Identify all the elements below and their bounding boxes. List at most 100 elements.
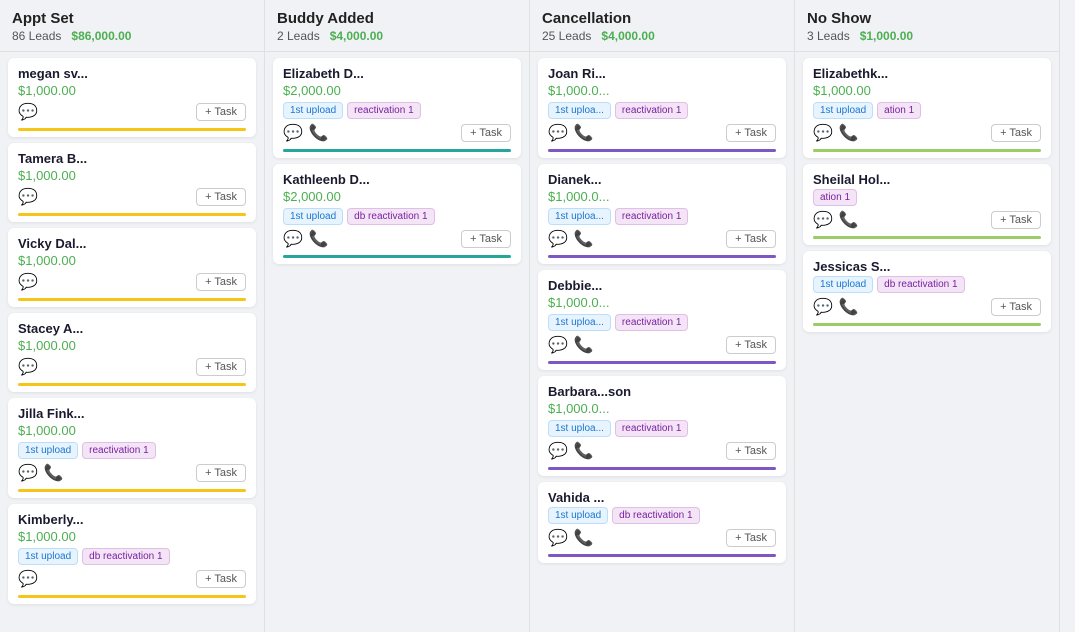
phone-icon[interactable]: 📞 xyxy=(574,335,594,355)
add-task-button[interactable]: + Task xyxy=(726,336,776,354)
card-icons: 💬📞 xyxy=(283,229,329,249)
add-task-button[interactable]: + Task xyxy=(726,529,776,547)
add-task-button[interactable]: + Task xyxy=(196,570,246,588)
card-name: Elizabeth D... xyxy=(283,66,511,81)
chat-icon[interactable]: 💬 xyxy=(18,272,38,292)
add-task-button[interactable]: + Task xyxy=(726,124,776,142)
phone-icon[interactable]: 📞 xyxy=(574,123,594,143)
phone-icon[interactable]: 📞 xyxy=(574,528,594,548)
tag-upload[interactable]: 1st uploa... xyxy=(548,208,611,225)
add-task-button[interactable]: + Task xyxy=(196,188,246,206)
phone-icon[interactable]: 📞 xyxy=(839,123,859,143)
card-amount: $1,000.00 xyxy=(18,253,246,268)
tag-upload[interactable]: 1st upload xyxy=(283,208,343,225)
add-task-button[interactable]: + Task xyxy=(991,298,1041,316)
chat-icon[interactable]: 💬 xyxy=(813,123,833,143)
tag-db[interactable]: db reactivation 1 xyxy=(347,208,434,225)
chat-icon[interactable]: 💬 xyxy=(548,335,568,355)
card-icons: 💬 xyxy=(18,187,38,207)
card-footer: 💬 📞 + Task xyxy=(813,297,1041,317)
leads-count: 2 Leads xyxy=(277,29,320,43)
add-task-button[interactable]: + Task xyxy=(461,124,511,142)
card-icons: 💬📞 xyxy=(548,528,594,548)
phone-icon[interactable]: 📞 xyxy=(44,463,64,483)
phone-icon[interactable]: 📞 xyxy=(309,229,329,249)
tag-upload[interactable]: 1st upload xyxy=(283,102,343,119)
leads-amount: $4,000.00 xyxy=(601,29,654,43)
card-divider xyxy=(18,383,246,386)
tag-upload[interactable]: 1st upload xyxy=(813,102,873,119)
phone-icon[interactable]: 📞 xyxy=(574,441,594,461)
tag-reactivation[interactable]: reactivation 1 xyxy=(615,102,688,119)
add-task-button[interactable]: + Task xyxy=(726,442,776,460)
tag-upload[interactable]: 1st upload xyxy=(813,276,873,293)
phone-icon[interactable]: 📞 xyxy=(309,123,329,143)
tag-reactivation[interactable]: reactivation 1 xyxy=(615,420,688,437)
tag-upload[interactable]: 1st uploa... xyxy=(548,314,611,331)
chat-icon[interactable]: 💬 xyxy=(18,357,38,377)
tag-reactivation[interactable]: reactivation 1 xyxy=(82,442,155,459)
card: Barbara...son$1,000.0...1st uploa...reac… xyxy=(538,376,786,476)
card-tags: 1st uploadation 1 xyxy=(813,102,1041,119)
column-body-appt-set: megan sv...$1,000.00💬+ TaskTamera B...$1… xyxy=(0,52,264,632)
card-tags: 1st uploaddb reactivation 1 xyxy=(283,208,511,225)
tag-db[interactable]: db reactivation 1 xyxy=(612,507,699,524)
card-footer: 💬 📞 + Task xyxy=(18,463,246,483)
column-header-no-show: No Show3 Leads$1,000.00 xyxy=(795,0,1059,52)
card-tags: 1st uploadreactivation 1 xyxy=(18,442,246,459)
add-task-button[interactable]: + Task xyxy=(196,358,246,376)
chat-icon[interactable]: 💬 xyxy=(18,187,38,207)
card-divider xyxy=(548,361,776,364)
add-task-button[interactable]: + Task xyxy=(991,211,1041,229)
chat-icon[interactable]: 💬 xyxy=(813,210,833,230)
card-amount: $1,000.0... xyxy=(548,83,776,98)
add-task-button[interactable]: + Task xyxy=(196,273,246,291)
column-body-no-show: Elizabethk...$1,000.001st uploadation 1💬… xyxy=(795,52,1059,632)
add-task-button[interactable]: + Task xyxy=(461,230,511,248)
card-name: Dianek... xyxy=(548,172,776,187)
card-divider xyxy=(548,554,776,557)
tag-upload[interactable]: 1st upload xyxy=(18,548,78,565)
tag-upload[interactable]: 1st upload xyxy=(548,507,608,524)
tag-db[interactable]: db reactivation 1 xyxy=(877,276,964,293)
chat-icon[interactable]: 💬 xyxy=(548,441,568,461)
card-divider xyxy=(18,128,246,131)
phone-icon[interactable]: 📞 xyxy=(839,210,859,230)
card-name: Stacey A... xyxy=(18,321,246,336)
leads-count: 25 Leads xyxy=(542,29,591,43)
chat-icon[interactable]: 💬 xyxy=(813,297,833,317)
card-divider xyxy=(813,236,1041,239)
tag-upload[interactable]: 1st uploa... xyxy=(548,420,611,437)
tag-reactivation[interactable]: reactivation 1 xyxy=(615,208,688,225)
add-task-button[interactable]: + Task xyxy=(726,230,776,248)
chat-icon[interactable]: 💬 xyxy=(548,229,568,249)
column-title: Buddy Added xyxy=(277,10,517,27)
card-icons: 💬 xyxy=(18,569,38,589)
chat-icon[interactable]: 💬 xyxy=(18,463,38,483)
tag-reactivation[interactable]: reactivation 1 xyxy=(347,102,420,119)
chat-icon[interactable]: 💬 xyxy=(18,569,38,589)
card-footer: 💬 📞 + Task xyxy=(813,210,1041,230)
card: Jilla Fink...$1,000.001st uploadreactiva… xyxy=(8,398,256,498)
chat-icon[interactable]: 💬 xyxy=(548,123,568,143)
add-task-button[interactable]: + Task xyxy=(196,103,246,121)
phone-icon[interactable]: 📞 xyxy=(574,229,594,249)
tag-upload[interactable]: 1st upload xyxy=(18,442,78,459)
add-task-button[interactable]: + Task xyxy=(196,464,246,482)
tag-reactivation[interactable]: ation 1 xyxy=(877,102,921,119)
chat-icon[interactable]: 💬 xyxy=(548,528,568,548)
card-name: Tamera B... xyxy=(18,151,246,166)
card-amount: $2,000.00 xyxy=(283,83,511,98)
chat-icon[interactable]: 💬 xyxy=(283,123,303,143)
tag-reactivation[interactable]: ation 1 xyxy=(813,189,857,206)
card-footer: 💬 + Task xyxy=(18,187,246,207)
card-tags: 1st uploa...reactivation 1 xyxy=(548,314,776,331)
tag-upload[interactable]: 1st uploa... xyxy=(548,102,611,119)
add-task-button[interactable]: + Task xyxy=(991,124,1041,142)
tag-reactivation[interactable]: reactivation 1 xyxy=(615,314,688,331)
card-divider xyxy=(18,595,246,598)
tag-db[interactable]: db reactivation 1 xyxy=(82,548,169,565)
chat-icon[interactable]: 💬 xyxy=(18,102,38,122)
phone-icon[interactable]: 📞 xyxy=(839,297,859,317)
chat-icon[interactable]: 💬 xyxy=(283,229,303,249)
